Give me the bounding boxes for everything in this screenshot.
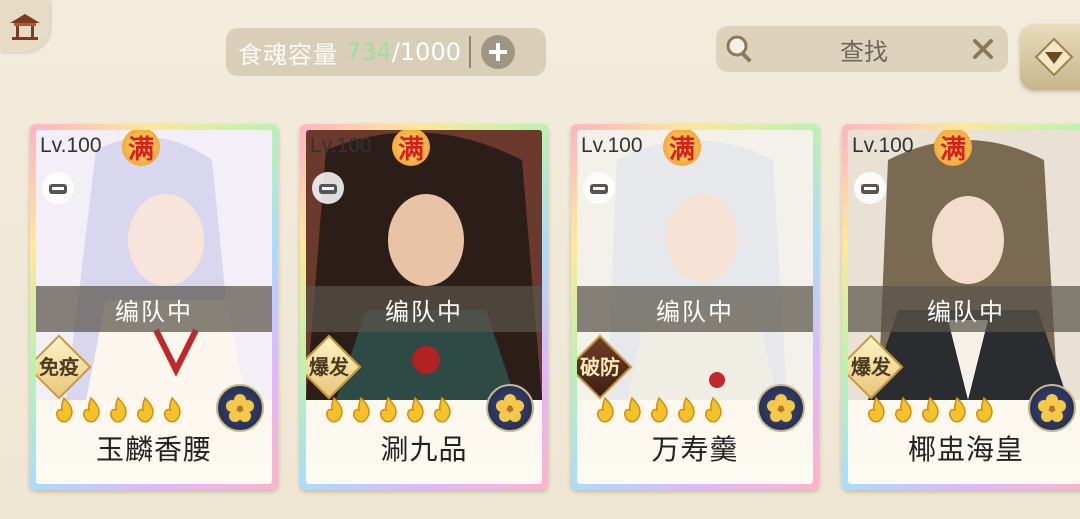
search-bar[interactable]: 查找 [716,26,1008,72]
level-label: Lv.100 [40,134,102,157]
chevron-down-icon [1034,37,1074,77]
flame-icon [651,396,668,423]
skill-tag: 破防 [577,342,629,388]
level-label: Lv.100 [310,134,372,157]
star-rating [52,396,184,424]
flame-icon [949,396,966,423]
flame-icon [137,396,154,423]
search-input[interactable]: 查找 [756,32,972,67]
lock-icon[interactable] [42,172,74,204]
flame-icon [56,396,73,423]
in-team-banner: 编队中 [306,286,542,332]
character-name: 涮九品 [380,433,468,466]
star-rating [593,396,725,424]
close-icon[interactable] [972,38,994,60]
level-label: Lv.100 [581,134,643,157]
flame-icon [380,396,397,423]
lock-icon[interactable] [312,172,344,204]
character-card[interactable]: Lv.100 满 编队中 免疫 玉麟香腰 [30,124,278,490]
flame-icon [164,396,181,423]
flame-icon [434,396,451,423]
flower-badge-icon [1028,384,1076,432]
in-team-banner: 编队中 [577,286,813,332]
flame-icon [705,396,722,423]
flame-icon [868,396,885,423]
in-team-banner: 编队中 [848,286,1080,332]
capacity-display: 食魂容量 734 /1000 [226,28,546,76]
flower-badge-icon [757,384,805,432]
sort-dropdown-button[interactable] [1020,24,1080,90]
skill-tag: 免疫 [36,342,88,388]
flame-icon [922,396,939,423]
character-name: 玉麟香腰 [95,433,212,466]
skill-tag: 爆发 [848,342,900,388]
flame-icon [678,396,695,423]
home-button[interactable] [0,0,50,52]
star-rating [322,396,454,424]
plus-icon [488,43,507,61]
expand-capacity-button[interactable] [480,35,515,69]
flame-icon [110,396,127,423]
skill-tag: 爆发 [306,342,358,388]
flame-icon [83,396,100,423]
in-team-banner: 编队中 [36,286,272,332]
lock-icon[interactable] [583,172,615,204]
search-icon [726,35,752,63]
divider [468,36,471,68]
flame-icon [353,396,370,423]
level-label: Lv.100 [852,134,914,157]
capacity-max: /1000 [391,38,461,66]
character-card[interactable]: Lv.100 满 编队中 爆发 椰盅海皇 [842,124,1080,490]
flame-icon [624,396,641,423]
pavilion-icon [10,14,40,40]
character-card[interactable]: Lv.100 满 编队中 破防 万寿羹 [571,124,819,490]
lock-icon[interactable] [854,172,886,204]
capacity-label: 食魂容量 [238,40,338,69]
character-card[interactable]: Lv.100 满 编队中 爆发 涮九品 [300,124,548,490]
capacity-current: 734 [346,38,392,66]
character-name: 万寿羹 [651,433,739,466]
flame-icon [895,396,912,423]
flame-icon [976,396,993,423]
flame-icon [407,396,424,423]
flame-icon [597,396,614,423]
flower-badge-icon [216,384,264,432]
flame-icon [326,396,343,423]
flower-badge-icon [486,384,534,432]
star-rating [864,396,996,424]
character-name: 椰盅海皇 [907,433,1024,466]
